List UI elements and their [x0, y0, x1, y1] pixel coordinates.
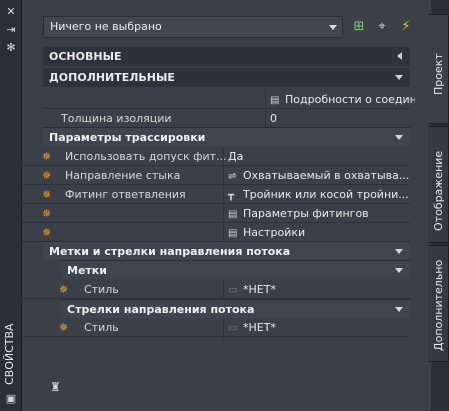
selection-dropdown-value: Ничего не выбрано — [50, 20, 162, 33]
asterisk-icon: ✵ — [42, 169, 52, 182]
tab-project-label: Проект — [432, 53, 445, 95]
property-row[interactable]: ▤ Подробности о соединениях — [43, 90, 415, 112]
property-value-text: Настройки — [243, 226, 306, 239]
tab-display-label: Отображение — [432, 150, 445, 231]
close-icon[interactable]: ✕ — [4, 6, 18, 18]
chevron-left-icon — [397, 52, 402, 60]
property-value-text: Тройник или косой тройни... — [243, 188, 409, 201]
property-label: Стиль — [84, 321, 119, 334]
tab-extra[interactable]: Дополнительно — [428, 245, 449, 362]
asterisk-icon: ✵ — [42, 150, 52, 163]
chevron-down-icon — [395, 75, 403, 80]
chevron-down-icon — [395, 268, 403, 273]
group-header-arrows[interactable]: Стрелки направления потока — [61, 299, 410, 318]
section-additional[interactable]: ДОПОЛНИТЕЛЬНЫЕ — [43, 68, 410, 87]
table-icon: ▤ — [228, 228, 238, 239]
group-header-labels[interactable]: Метки — [61, 260, 410, 279]
property-row[interactable]: ✵ Стиль ▭ *НЕТ* — [22, 280, 410, 302]
none-style-icon: ▭ — [228, 285, 238, 296]
group-header-routing[interactable]: Параметры трассировки — [43, 127, 410, 146]
none-style-icon: ▭ — [228, 323, 238, 334]
palette-title: СВОЙСТВА — [3, 323, 16, 385]
group-header-label: Метки и стрелки направления потока — [49, 245, 291, 258]
table-icon: ▤ — [228, 209, 238, 220]
property-value-text: Подробности о соединениях — [285, 93, 415, 106]
asterisk-icon: ✵ — [59, 283, 69, 296]
chevron-down-icon — [395, 249, 403, 254]
settings-icon[interactable]: ✻ — [4, 42, 18, 54]
property-row[interactable]: Толщина изоляции 0 — [43, 109, 410, 131]
palette-corner-icon[interactable]: ▣ — [4, 393, 18, 405]
tab-extra-label: Дополнительно — [432, 259, 445, 351]
property-value-text: *НЕТ* — [243, 321, 276, 334]
quick-properties-icon[interactable]: ♜ — [50, 380, 64, 394]
property-row[interactable]: ✵ Направление стыка ⇌ Охватываемый в охва… — [22, 166, 410, 188]
quick-select-icon[interactable]: ⚡ — [397, 18, 415, 36]
property-value-text: Охватываемый в охватыва... — [243, 169, 410, 182]
chevron-down-icon — [395, 307, 403, 312]
property-value-text: 0 — [270, 112, 277, 125]
asterisk-icon: ✵ — [59, 321, 69, 334]
property-row[interactable]: ✵ Использовать допуск фит... Да — [22, 147, 410, 169]
property-row[interactable]: ✵ ▤ Параметры фитингов — [22, 204, 410, 226]
asterisk-icon: ✵ — [42, 188, 52, 201]
tab-display[interactable]: Отображение — [428, 126, 449, 243]
property-row[interactable]: ✵ Фитинг ответвления ┳ Тройник или косой … — [22, 185, 410, 207]
section-additional-label: ДОПОЛНИТЕЛЬНЫЕ — [49, 71, 175, 84]
tee-fitting-icon: ┳ — [228, 190, 235, 201]
group-header-label: Параметры трассировки — [49, 131, 206, 144]
group-header-label: Стрелки направления потока — [67, 303, 255, 316]
property-value-text: Параметры фитингов — [243, 207, 369, 220]
group-header-label: Метки — [67, 264, 107, 277]
asterisk-icon: ✵ — [42, 207, 52, 220]
table-icon: ▤ — [270, 95, 280, 106]
select-objects-icon[interactable]: ⌖ — [373, 18, 391, 36]
property-value-text: *НЕТ* — [243, 283, 276, 296]
selection-dropdown[interactable]: Ничего не выбрано — [43, 16, 343, 38]
tab-project[interactable]: Проект — [428, 14, 449, 124]
auto-hide-icon[interactable]: ⇥ — [4, 24, 18, 36]
add-to-selection-icon[interactable]: ⊞ — [350, 18, 368, 36]
property-value-text: Да — [228, 150, 244, 163]
chevron-down-icon — [329, 25, 337, 30]
section-basic-label: ОСНОВНЫЕ — [49, 50, 122, 63]
property-value[interactable]: ▭ *НЕТ* — [223, 318, 415, 340]
asterisk-icon: ✵ — [42, 226, 52, 239]
group-header-flow[interactable]: Метки и стрелки направления потока — [43, 241, 410, 260]
section-basic[interactable]: ОСНОВНЫЕ — [43, 47, 410, 66]
property-row[interactable]: ✵ ▤ Настройки — [22, 223, 410, 245]
joint-direction-icon: ⇌ — [228, 171, 237, 182]
chevron-down-icon — [395, 135, 403, 140]
property-row[interactable]: ✵ Стиль ▭ *НЕТ* — [22, 318, 410, 340]
